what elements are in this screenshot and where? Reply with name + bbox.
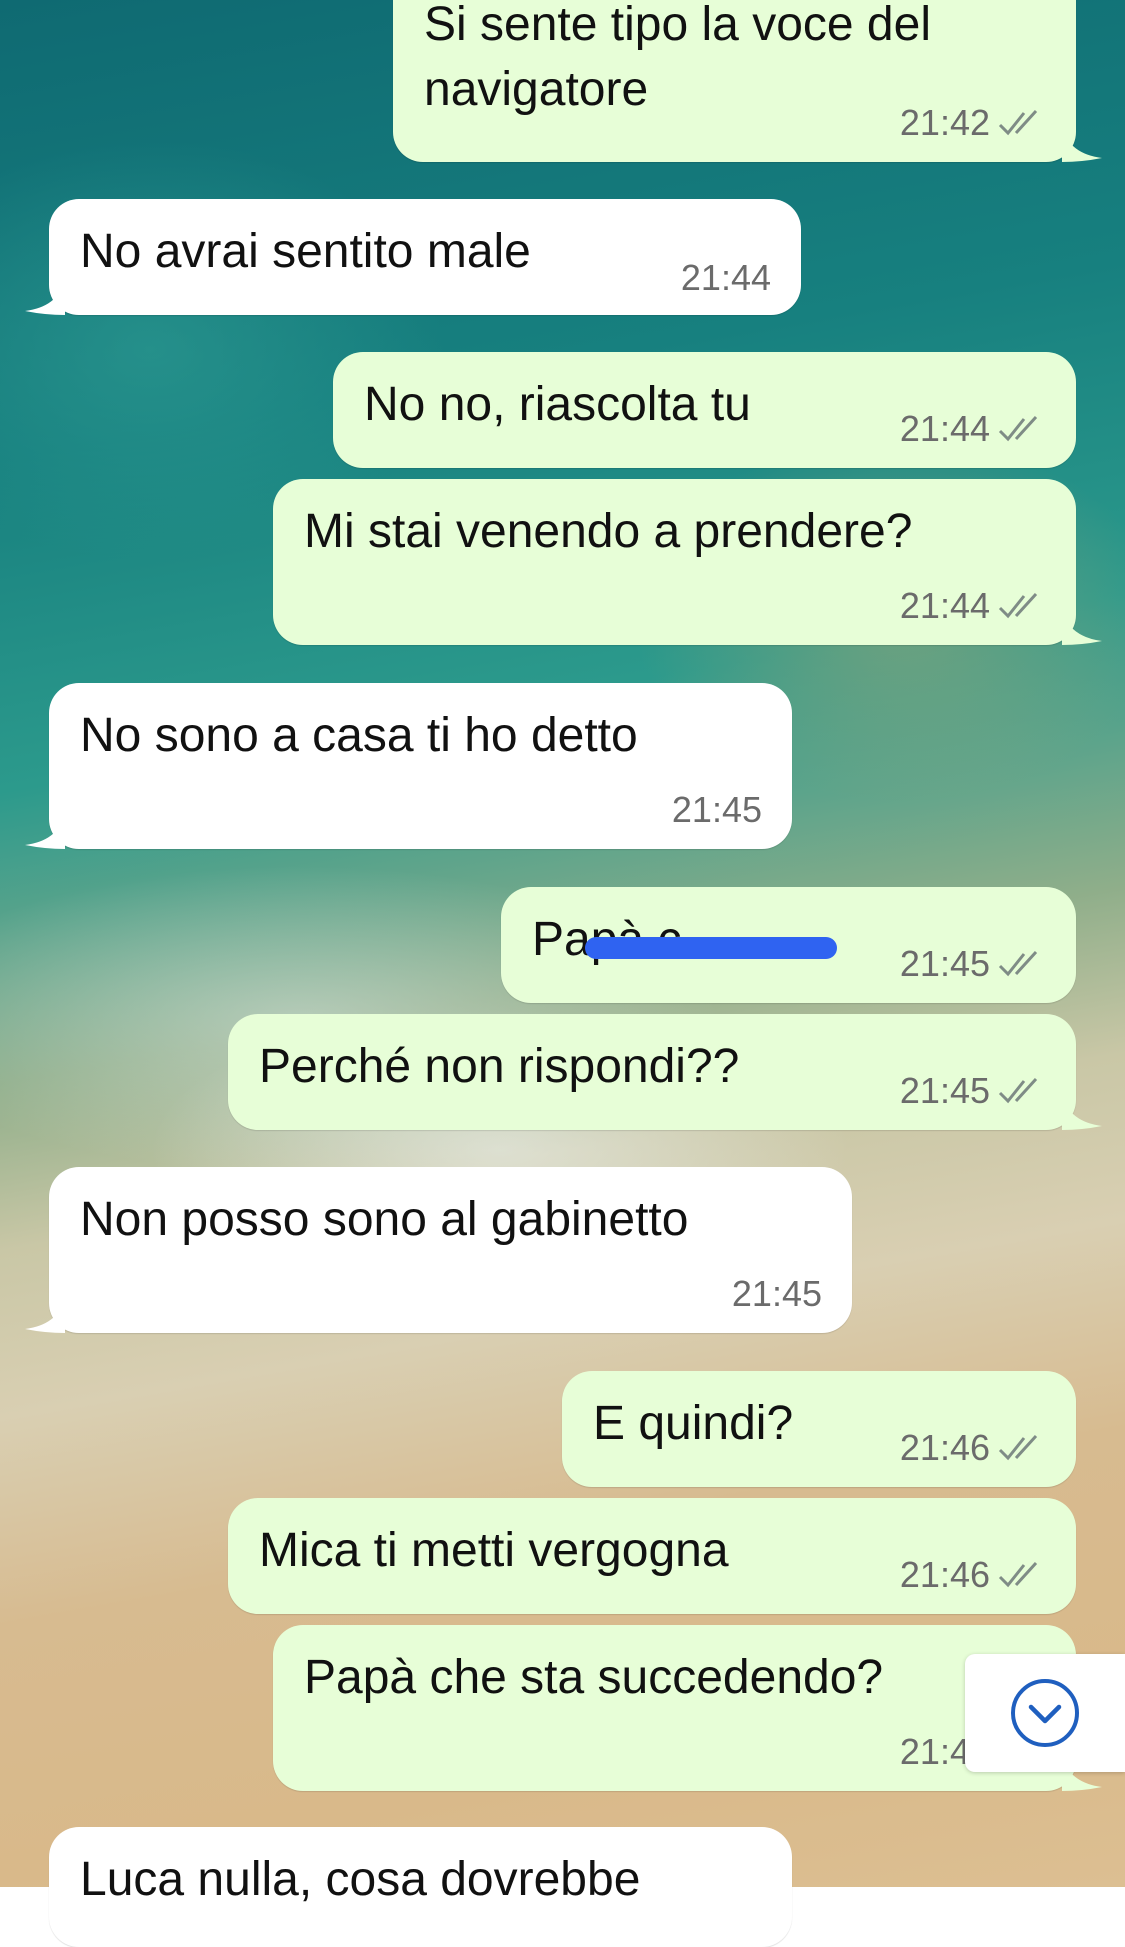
message-time: 21:45 bbox=[899, 943, 990, 984]
message-text-line: No no, riascolta tu bbox=[364, 378, 751, 431]
message-meta: 21:42 bbox=[900, 102, 1046, 144]
message-text-line: Luca nulla, cosa dovrebbe bbox=[80, 1853, 641, 1906]
double-check-icon bbox=[998, 1077, 1038, 1104]
message-text-line: Non posso sono al gabinetto bbox=[80, 1193, 689, 1246]
message-incoming[interactable]: Non posso sono al gabinetto 21:45 bbox=[25, 1167, 852, 1333]
chevron-down-circle-icon bbox=[1011, 1679, 1079, 1747]
message-meta: 21:44 bbox=[900, 408, 1046, 450]
message-meta: 21:44 bbox=[681, 257, 771, 299]
message-time: 21:46 bbox=[899, 1427, 990, 1468]
message-outgoing[interactable]: Si sente tipo la voce del navigatore 21:… bbox=[393, 0, 1102, 162]
bubble-tail bbox=[1062, 128, 1102, 162]
double-check-icon bbox=[998, 1561, 1038, 1588]
scroll-to-bottom-button[interactable] bbox=[965, 1654, 1125, 1772]
message-meta: 21:46 bbox=[900, 1554, 1046, 1596]
bubble-tail bbox=[1062, 1096, 1102, 1130]
message-outgoing[interactable]: Mica ti metti vergogna 21:46 bbox=[228, 1498, 1076, 1614]
message-meta: 21:45 bbox=[732, 1273, 822, 1315]
message-incoming[interactable]: No avrai sentito male 21:44 bbox=[25, 199, 801, 315]
message-outgoing[interactable]: No no, riascolta tu 21:44 bbox=[333, 352, 1076, 468]
message-time: 21:45 bbox=[671, 789, 762, 830]
bubble-tail bbox=[25, 281, 65, 315]
redaction-scribble bbox=[585, 937, 837, 959]
message-text-line: No avrai sentito male bbox=[80, 225, 531, 278]
double-check-icon bbox=[998, 109, 1038, 136]
message-text-line: Mica ti metti vergogna bbox=[259, 1524, 729, 1577]
message-outgoing[interactable]: E quindi? 21:46 bbox=[562, 1371, 1076, 1487]
double-check-icon bbox=[998, 592, 1038, 619]
message-meta: 21:46 bbox=[900, 1427, 1046, 1469]
bubble-tail bbox=[25, 1299, 65, 1333]
message-outgoing[interactable]: Papà c 21:45 bbox=[501, 887, 1076, 1003]
message-text-line: E quindi? bbox=[593, 1397, 794, 1450]
message-meta: 21:45 bbox=[900, 1070, 1046, 1112]
message-time: 21:44 bbox=[899, 408, 990, 449]
bubble-tail bbox=[25, 815, 65, 849]
message-text-line: Papà che sta succedendo? bbox=[304, 1651, 884, 1704]
message-outgoing[interactable]: Mi stai venendo a prendere? 21:44 bbox=[273, 479, 1102, 645]
message-text-line: No sono a casa ti ho detto bbox=[80, 709, 638, 762]
bubble-tail bbox=[1062, 611, 1102, 645]
message-meta: 21:45 bbox=[672, 789, 762, 831]
message-incoming[interactable]: Luca nulla, cosa dovrebbe bbox=[49, 1827, 792, 1947]
message-meta: 21:45 bbox=[900, 943, 1046, 985]
message-time: 21:45 bbox=[731, 1273, 822, 1314]
message-time: 21:42 bbox=[899, 102, 990, 143]
message-text-line: Perché non rispondi?? bbox=[259, 1040, 740, 1093]
message-incoming[interactable]: No sono a casa ti ho detto 21:45 bbox=[25, 683, 792, 849]
message-meta: 21:44 bbox=[900, 585, 1046, 627]
message-text-line: Mi stai venendo a prendere? bbox=[304, 505, 913, 558]
double-check-icon bbox=[998, 950, 1038, 977]
message-outgoing[interactable]: Perché non rispondi?? 21:45 bbox=[228, 1014, 1102, 1130]
message-time: 21:44 bbox=[899, 585, 990, 626]
message-outgoing[interactable]: Papà che sta succedendo? 21:46 bbox=[273, 1625, 1102, 1791]
message-time: 21:44 bbox=[680, 257, 771, 298]
double-check-icon bbox=[998, 1434, 1038, 1461]
message-time: 21:45 bbox=[899, 1070, 990, 1111]
message-time: 21:46 bbox=[899, 1554, 990, 1595]
message-text-line: navigatore bbox=[424, 63, 649, 116]
double-check-icon bbox=[998, 415, 1038, 442]
message-text-line: Si sente tipo la voce del bbox=[424, 0, 931, 51]
